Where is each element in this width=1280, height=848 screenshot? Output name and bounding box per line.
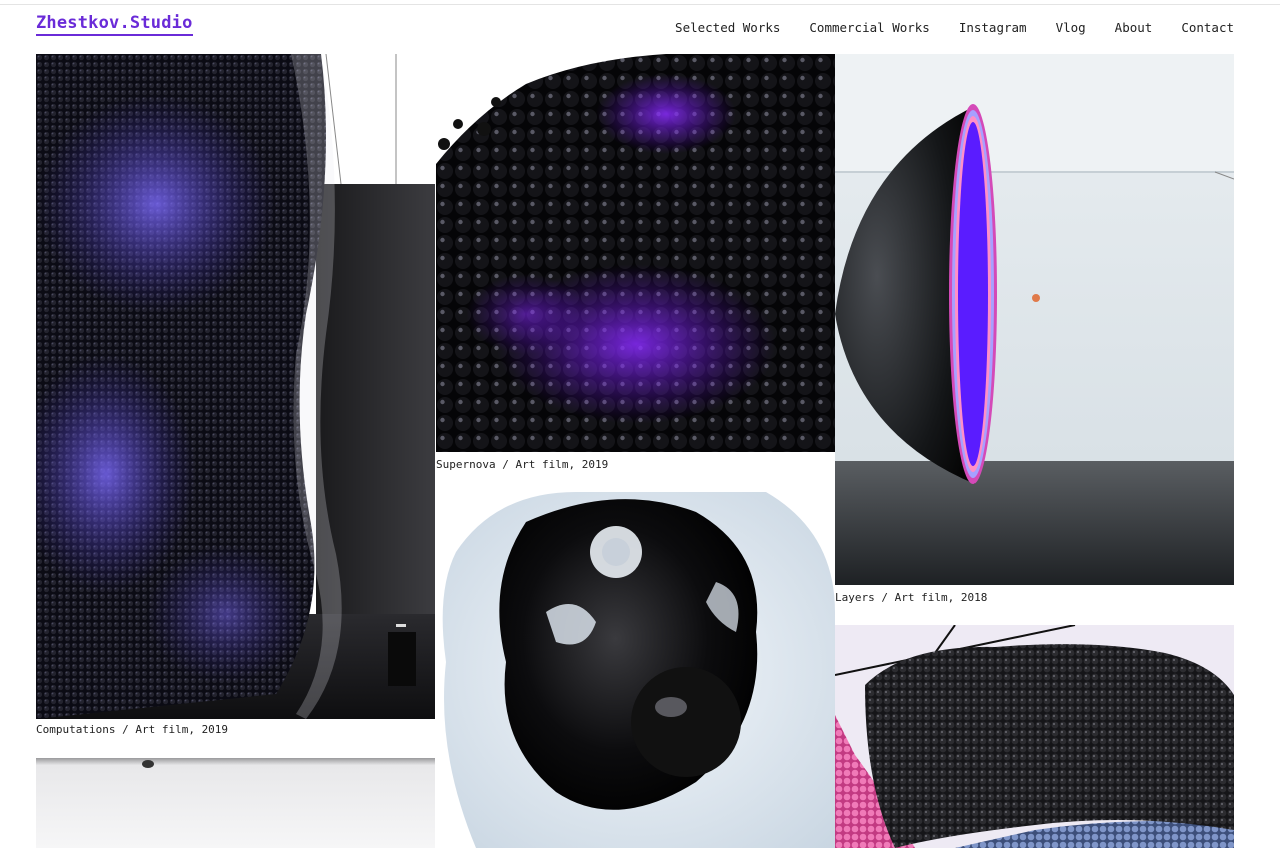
liquid-glass-thumbnail[interactable]: [436, 492, 835, 848]
studio-logo-link[interactable]: Zhestkov.Studio: [36, 13, 193, 36]
site-header: Zhestkov.Studio Selected Works Commercia…: [0, 0, 1280, 54]
spheres-pile-thumbnail[interactable]: [835, 625, 1234, 848]
computations-caption[interactable]: Computations / Art film, 2019: [36, 723, 228, 737]
nav-instagram[interactable]: Instagram: [959, 20, 1027, 36]
supernova-caption[interactable]: Supernova / Art film, 2019: [436, 458, 608, 472]
nav-commercial-works[interactable]: Commercial Works: [809, 20, 929, 36]
untitled-image: [36, 758, 435, 848]
nav-vlog[interactable]: Vlog: [1056, 20, 1086, 36]
layers-image: [835, 54, 1234, 585]
spheres-pile-image: [835, 625, 1234, 848]
liquid-glass-image: [436, 492, 835, 848]
supernova-thumbnail[interactable]: [436, 54, 835, 452]
computations-thumbnail[interactable]: [36, 54, 435, 719]
untitled-thumbnail[interactable]: [36, 758, 435, 848]
nav-contact[interactable]: Contact: [1181, 20, 1234, 36]
main-nav: Selected Works Commercial Works Instagra…: [675, 20, 1234, 36]
nav-selected-works[interactable]: Selected Works: [675, 20, 780, 36]
supernova-image: [436, 54, 835, 452]
computations-image: [36, 54, 435, 719]
layers-caption[interactable]: Layers / Art film, 2018: [835, 591, 987, 605]
layers-thumbnail[interactable]: [835, 54, 1234, 585]
nav-about[interactable]: About: [1115, 20, 1153, 36]
